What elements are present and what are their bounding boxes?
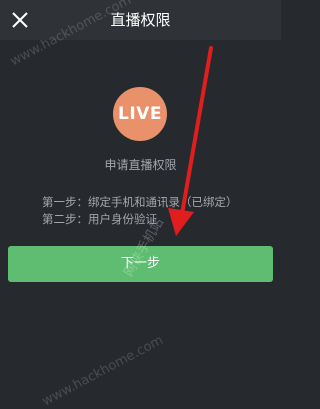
step-two-text: 第二步：用户身份验证 (42, 212, 157, 226)
page-title: 直播权限 (110, 11, 171, 29)
step-one-text: 第一步：绑定手机和通讯录（已绑定） (42, 195, 238, 209)
apply-title: 申请直播权限 (104, 158, 177, 172)
live-badge: LIVE (113, 87, 167, 141)
watermark-text-bottom: www.hackhome.com (40, 332, 166, 409)
top-bar: 直播权限 (0, 0, 281, 40)
